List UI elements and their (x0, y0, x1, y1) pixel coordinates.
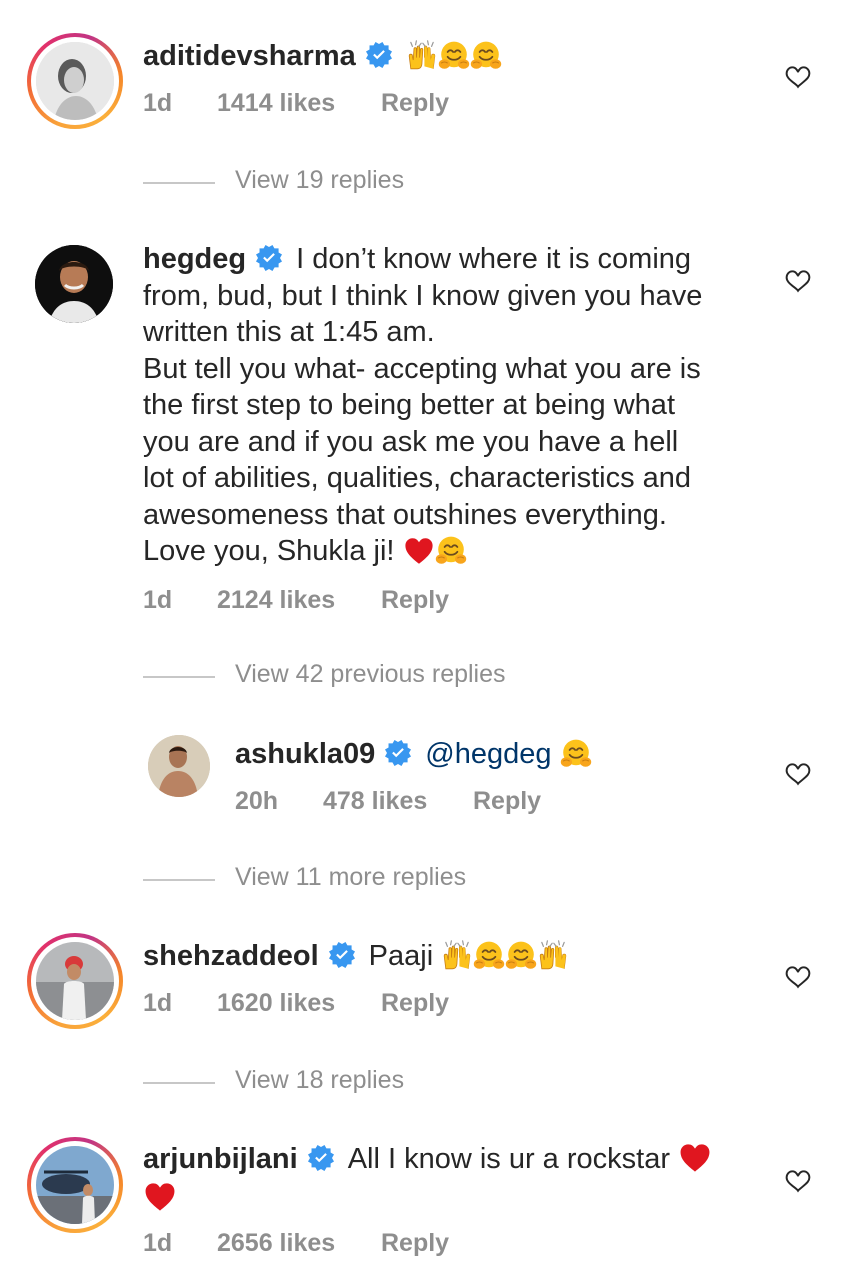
username[interactable]: ashukla09 (235, 738, 375, 770)
comment-time: 1d (143, 989, 173, 1017)
likes-count[interactable]: 478 likes (323, 787, 427, 816)
avatar-story-ring[interactable] (27, 33, 123, 129)
divider-line (143, 879, 215, 881)
hugging-face-icon (435, 535, 467, 567)
avatar[interactable] (148, 735, 210, 797)
username[interactable]: shehzaddeol (143, 940, 319, 972)
likes-count[interactable]: 2656 likes (217, 1229, 335, 1258)
avatar-story-ring[interactable] (27, 1137, 123, 1233)
username[interactable]: hegdeg (143, 243, 246, 275)
comment-text-line: I don’t know where it is coming (296, 243, 692, 275)
raising-hands-icon (537, 940, 569, 972)
view-replies-label[interactable]: View 18 replies (235, 1066, 404, 1095)
comment-text-line: from, bud, but I think I know given you … (143, 279, 703, 312)
comment-text-line: But tell you what- accepting what you ar… (143, 352, 701, 385)
view-replies-label[interactable]: View 42 previous replies (235, 660, 506, 689)
comment-time: 1d (143, 586, 173, 614)
mention-link[interactable]: @hegdeg (425, 738, 551, 770)
raising-hands-icon (406, 40, 438, 72)
reply-button[interactable]: Reply (381, 1229, 449, 1258)
avatar[interactable] (36, 42, 114, 120)
avatar[interactable] (35, 245, 113, 323)
emoji-group (560, 738, 592, 775)
divider-line (143, 182, 215, 184)
emoji (143, 1180, 177, 1219)
heart-outline-icon[interactable] (784, 268, 812, 294)
reply-button[interactable]: Reply (473, 787, 541, 816)
comment-text: Paaji (368, 940, 434, 972)
verified-badge-icon (385, 740, 411, 766)
comment-time: 20h (235, 787, 279, 815)
avatar-story-ring[interactable] (27, 933, 123, 1029)
emoji-group (403, 535, 467, 572)
comment-text-line: Love you, Shukla ji! (143, 535, 395, 567)
heart-outline-icon[interactable] (784, 761, 812, 787)
red-heart-icon (143, 1180, 177, 1214)
red-heart-icon (403, 535, 435, 567)
hugging-face-icon (505, 940, 537, 972)
avatar[interactable] (36, 942, 114, 1020)
reply-button[interactable]: Reply (381, 989, 449, 1018)
heart-outline-icon[interactable] (784, 1168, 812, 1194)
divider-line (143, 1082, 215, 1084)
likes-count[interactable]: 1414 likes (217, 89, 335, 118)
comment-text: All I know is ur a rockstar (347, 1143, 671, 1175)
verified-badge-icon (366, 42, 392, 68)
comment-text-line: lot of abilities, qualities, characteris… (143, 462, 692, 494)
username[interactable]: aditidevsharma (143, 40, 356, 72)
raising-hands-icon (441, 940, 473, 972)
emoji-group (406, 40, 502, 77)
avatar[interactable] (36, 1146, 114, 1224)
red-heart-icon (678, 1141, 712, 1175)
view-replies-label[interactable]: View 19 replies (235, 166, 404, 195)
comment-time: 1d (143, 89, 173, 117)
reply-button[interactable]: Reply (381, 89, 449, 118)
divider-line (143, 676, 215, 678)
verified-badge-icon (329, 942, 355, 968)
comment-time: 1d (143, 1229, 173, 1257)
likes-count[interactable]: 2124 likes (217, 586, 335, 615)
comment-text-line: you are and if you ask me you have a hel… (143, 425, 679, 458)
username[interactable]: arjunbijlani (143, 1143, 298, 1175)
verified-badge-icon (308, 1145, 334, 1171)
heart-outline-icon[interactable] (784, 964, 812, 990)
heart-outline-icon[interactable] (784, 64, 812, 90)
verified-badge-icon (256, 245, 282, 271)
hugging-face-icon (438, 40, 470, 72)
comment-text-line: the first step to being better at being … (143, 389, 675, 421)
hugging-face-icon (470, 40, 502, 72)
view-replies-label[interactable]: View 11 more replies (235, 863, 466, 892)
comment-text-line: awesomeness that outshines everything. (143, 498, 667, 531)
likes-count[interactable]: 1620 likes (217, 989, 335, 1018)
hugging-face-icon (473, 940, 505, 972)
hugging-face-icon (560, 738, 592, 770)
comment-text-line: written this at 1:45 am. (143, 316, 435, 348)
emoji (678, 1141, 712, 1180)
reply-button[interactable]: Reply (381, 586, 449, 615)
emoji-group (441, 940, 569, 977)
